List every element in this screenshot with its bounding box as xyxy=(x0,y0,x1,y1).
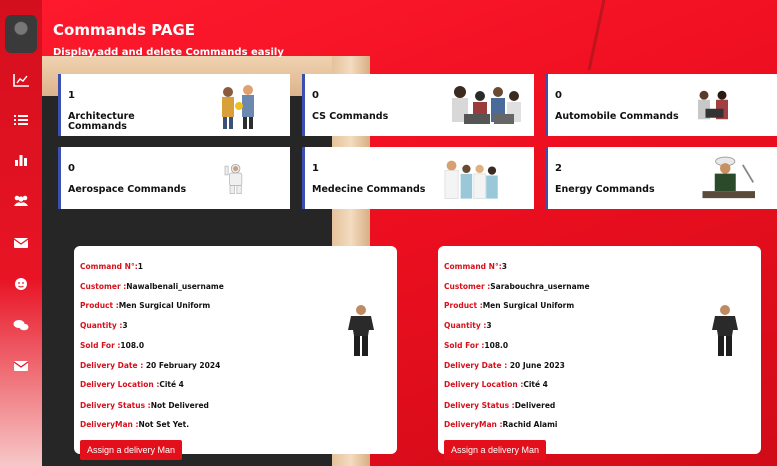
quantity-field: Quantity :3 xyxy=(80,321,128,330)
avatar[interactable] xyxy=(5,15,37,53)
category-card-medecine[interactable]: 1 Medecine Commands xyxy=(302,147,534,209)
field-label: Delivery Location : xyxy=(444,380,524,389)
command-card: Command N°:1 Customer :Nawalbenali_usern… xyxy=(74,246,397,460)
mail-icon[interactable] xyxy=(11,358,31,374)
field-label: Command N°: xyxy=(80,262,138,271)
field-value: Not Set Yet. xyxy=(138,420,190,429)
command-number-field: Command N°:1 xyxy=(80,262,143,271)
field-value: 3 xyxy=(486,321,492,330)
field-value: Delivered xyxy=(514,401,556,410)
field-label: Quantity : xyxy=(444,321,487,330)
category-count: 0 xyxy=(312,90,319,101)
field-value: 20 June 2023 xyxy=(507,361,565,370)
architecture-workers-image xyxy=(222,85,254,129)
category-count: 0 xyxy=(555,90,562,101)
category-card-automobile[interactable]: 0 Automobile Commands xyxy=(545,74,777,136)
doctors-image xyxy=(444,160,498,200)
delivery-man-field: DeliveryMan :Not Set Yet. xyxy=(80,420,189,429)
bar-chart-icon[interactable] xyxy=(11,152,31,168)
field-label: Delivery Date : xyxy=(444,361,508,370)
smiley-icon[interactable] xyxy=(11,276,31,292)
chat-icon[interactable] xyxy=(11,317,31,333)
field-label: Product : xyxy=(80,301,119,310)
field-value: Not Delivered xyxy=(150,401,209,410)
category-label: CS Commands xyxy=(312,111,389,122)
category-label: Aerospace Commands xyxy=(68,184,187,195)
page-subtitle: Display,add and delete Commands easily xyxy=(53,47,284,58)
sidebar xyxy=(0,0,42,466)
field-value: 3 xyxy=(501,262,507,271)
field-label: Customer : xyxy=(444,282,491,291)
category-label: Commands xyxy=(68,121,127,132)
delivery-status-field: Delivery Status :Delivered xyxy=(444,401,555,410)
cs-students-image xyxy=(452,86,521,124)
energy-engineer-image xyxy=(702,156,755,199)
field-label: DeliveryMan : xyxy=(80,420,139,429)
field-value: Cité 4 xyxy=(159,380,184,389)
category-card-aerospace[interactable]: 0 Aerospace Commands xyxy=(58,147,290,209)
surgical-uniform-image xyxy=(348,305,374,356)
field-label: Delivery Status : xyxy=(444,401,515,410)
field-label: Command N°: xyxy=(444,262,502,271)
field-value: Men Surgical Uniform xyxy=(482,301,575,310)
users-icon[interactable] xyxy=(11,193,31,209)
quantity-field: Quantity :3 xyxy=(444,321,492,330)
field-label: Delivery Status : xyxy=(80,401,151,410)
assign-delivery-man-button[interactable]: Assign a delivery Man xyxy=(444,440,546,460)
surgical-uniform-image xyxy=(712,305,738,356)
category-card-cs[interactable]: 0 CS Commands xyxy=(302,74,534,136)
customer-field: Customer :Sarabouchra_username xyxy=(444,282,590,291)
sold-for-field: Sold For :108.0 xyxy=(80,341,144,350)
field-value: 3 xyxy=(122,321,128,330)
command-number-field: Command N°:3 xyxy=(444,262,507,271)
assign-delivery-man-button[interactable]: Assign a delivery Man xyxy=(80,440,182,460)
delivery-location-field: Delivery Location :Cité 4 xyxy=(80,380,184,389)
chart-line-icon[interactable] xyxy=(11,72,31,88)
page-title: Commands PAGE xyxy=(53,21,196,39)
category-count: 2 xyxy=(555,163,562,174)
category-count: 0 xyxy=(68,163,75,174)
field-value: 20 February 2024 xyxy=(143,361,221,370)
category-count: 1 xyxy=(312,163,319,174)
command-card: Command N°:3 Customer :Sarabouchra_usern… xyxy=(438,246,761,460)
field-label: Delivery Date : xyxy=(80,361,144,370)
field-value: Cité 4 xyxy=(523,380,548,389)
product-field: Product :Men Surgical Uniform xyxy=(444,301,574,310)
delivery-date-field: Delivery Date : 20 February 2024 xyxy=(80,361,220,370)
category-label: Medecine Commands xyxy=(312,184,426,195)
envelope-icon[interactable] xyxy=(11,235,31,251)
field-label: Customer : xyxy=(80,282,127,291)
delivery-status-field: Delivery Status :Not Delivered xyxy=(80,401,209,410)
field-value: Rachid Alami xyxy=(502,420,558,429)
delivery-man-field: DeliveryMan :Rachid Alami xyxy=(444,420,558,429)
field-label: DeliveryMan : xyxy=(444,420,503,429)
field-value: 108.0 xyxy=(120,341,145,350)
category-count: 1 xyxy=(68,90,75,101)
field-value: Men Surgical Uniform xyxy=(118,301,211,310)
category-label: Energy Commands xyxy=(555,184,655,195)
automobile-students-image xyxy=(698,90,728,120)
category-label: Automobile Commands xyxy=(555,111,679,122)
category-card-architecture[interactable]: 1 Architecture Commands xyxy=(58,74,290,136)
field-label: Sold For : xyxy=(80,341,121,350)
field-label: Sold For : xyxy=(444,341,485,350)
customer-field: Customer :Nawalbenali_username xyxy=(80,282,224,291)
list-icon[interactable] xyxy=(11,112,31,128)
field-label: Quantity : xyxy=(80,321,123,330)
category-card-energy[interactable]: 2 Energy Commands xyxy=(545,147,777,209)
field-value: Nawalbenali_username xyxy=(126,282,224,291)
field-value: 108.0 xyxy=(484,341,509,350)
product-field: Product :Men Surgical Uniform xyxy=(80,301,210,310)
delivery-date-field: Delivery Date : 20 June 2023 xyxy=(444,361,565,370)
sold-for-field: Sold For :108.0 xyxy=(444,341,508,350)
astronaut-image xyxy=(224,163,243,194)
field-value: 1 xyxy=(137,262,143,271)
field-label: Product : xyxy=(444,301,483,310)
field-value: Sarabouchra_username xyxy=(490,282,590,291)
field-label: Delivery Location : xyxy=(80,380,160,389)
delivery-location-field: Delivery Location :Cité 4 xyxy=(444,380,548,389)
